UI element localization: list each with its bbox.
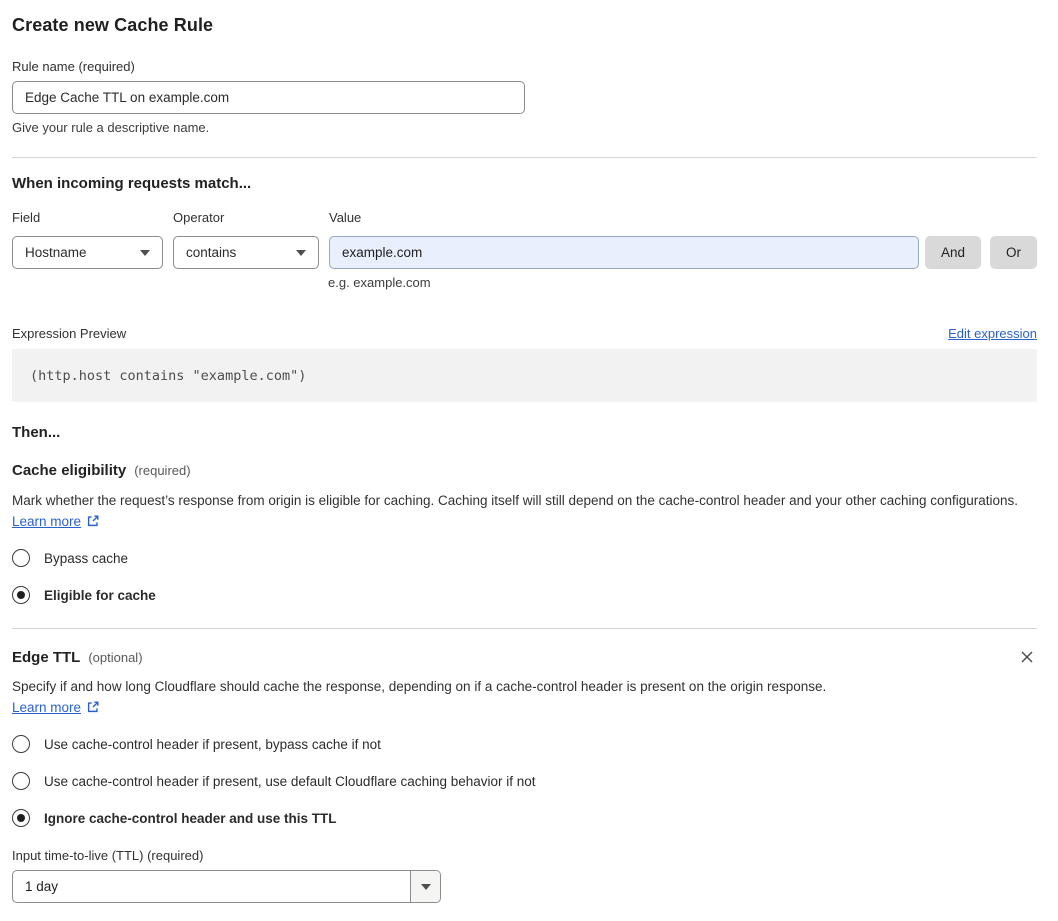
- radio-label: Use cache-control header if present, byp…: [44, 737, 381, 752]
- value-input[interactable]: [329, 236, 919, 269]
- radio-icon: [12, 772, 30, 790]
- learn-more-link[interactable]: Learn more: [12, 514, 81, 529]
- radio-option-use-header-default[interactable]: Use cache-control header if present, use…: [12, 772, 1037, 790]
- match-condition-row: Hostname contains And Or: [12, 236, 1037, 269]
- then-section-heading: Then...: [12, 424, 1037, 441]
- ttl-select-arrow-button[interactable]: [410, 871, 440, 902]
- and-button[interactable]: And: [925, 236, 981, 269]
- chevron-down-icon: [296, 250, 306, 256]
- divider: [12, 157, 1037, 158]
- radio-label: Bypass cache: [44, 551, 128, 566]
- rule-name-label: Rule name (required): [12, 59, 1037, 74]
- external-link-icon: [86, 699, 100, 720]
- ttl-input-label: Input time-to-live (TTL) (required): [12, 848, 1037, 863]
- field-select[interactable]: Hostname: [12, 236, 163, 269]
- radio-option-use-header-bypass[interactable]: Use cache-control header if present, byp…: [12, 735, 1037, 753]
- chevron-down-icon: [421, 884, 431, 890]
- learn-more-link[interactable]: Learn more: [12, 700, 81, 715]
- radio-label: Ignore cache-control header and use this…: [44, 811, 337, 826]
- ttl-select-value: 1 day: [13, 871, 410, 902]
- optional-tag: (optional): [88, 650, 142, 665]
- field-select-value: Hostname: [25, 245, 87, 260]
- required-tag: (required): [134, 463, 190, 478]
- close-edge-ttl-button[interactable]: [1017, 647, 1037, 667]
- close-icon: [1019, 649, 1035, 665]
- or-button[interactable]: Or: [990, 236, 1037, 269]
- expression-preview-label: Expression Preview: [12, 326, 126, 341]
- field-column-label: Field: [12, 210, 173, 225]
- ttl-select[interactable]: 1 day: [12, 870, 441, 903]
- match-column-labels: Field Operator Value: [12, 210, 1037, 225]
- external-link-icon: [86, 513, 100, 534]
- rule-name-input[interactable]: [12, 81, 525, 114]
- cache-eligibility-description: Mark whether the request’s response from…: [12, 490, 1037, 534]
- radio-label: Eligible for cache: [44, 588, 156, 603]
- chevron-down-icon: [140, 250, 150, 256]
- value-column-label: Value: [329, 210, 361, 225]
- operator-column-label: Operator: [173, 210, 329, 225]
- radio-icon: [12, 735, 30, 753]
- value-help-text: e.g. example.com: [328, 275, 1037, 290]
- expression-preview-row: Expression Preview Edit expression: [12, 326, 1037, 341]
- operator-select[interactable]: contains: [173, 236, 319, 269]
- expression-code: (http.host contains "example.com"): [30, 368, 306, 384]
- divider: [12, 628, 1037, 629]
- page-title: Create new Cache Rule: [12, 15, 1037, 36]
- radio-icon: [12, 549, 30, 567]
- cache-eligibility-heading: Cache eligibility: [12, 462, 126, 479]
- radio-option-bypass-cache[interactable]: Bypass cache: [12, 549, 1037, 567]
- expression-code-block: (http.host contains "example.com"): [12, 349, 1037, 402]
- cache-eligibility-heading-row: Cache eligibility (required): [12, 462, 1037, 479]
- edit-expression-link[interactable]: Edit expression: [948, 326, 1037, 341]
- operator-select-value: contains: [186, 245, 236, 260]
- radio-icon-selected: [12, 586, 30, 604]
- edge-ttl-description: Specify if and how long Cloudflare shoul…: [12, 676, 842, 720]
- rule-name-help-text: Give your rule a descriptive name.: [12, 120, 1037, 135]
- radio-option-ignore-header-use-ttl[interactable]: Ignore cache-control header and use this…: [12, 809, 1037, 827]
- edge-ttl-heading: Edge TTL: [12, 649, 80, 666]
- radio-label: Use cache-control header if present, use…: [44, 774, 536, 789]
- match-section-heading: When incoming requests match...: [12, 175, 1037, 192]
- radio-icon-selected: [12, 809, 30, 827]
- radio-option-eligible-for-cache[interactable]: Eligible for cache: [12, 586, 1037, 604]
- cache-rule-form: Create new Cache Rule Rule name (require…: [0, 15, 1058, 903]
- edge-ttl-heading-row: Edge TTL (optional): [12, 647, 1037, 667]
